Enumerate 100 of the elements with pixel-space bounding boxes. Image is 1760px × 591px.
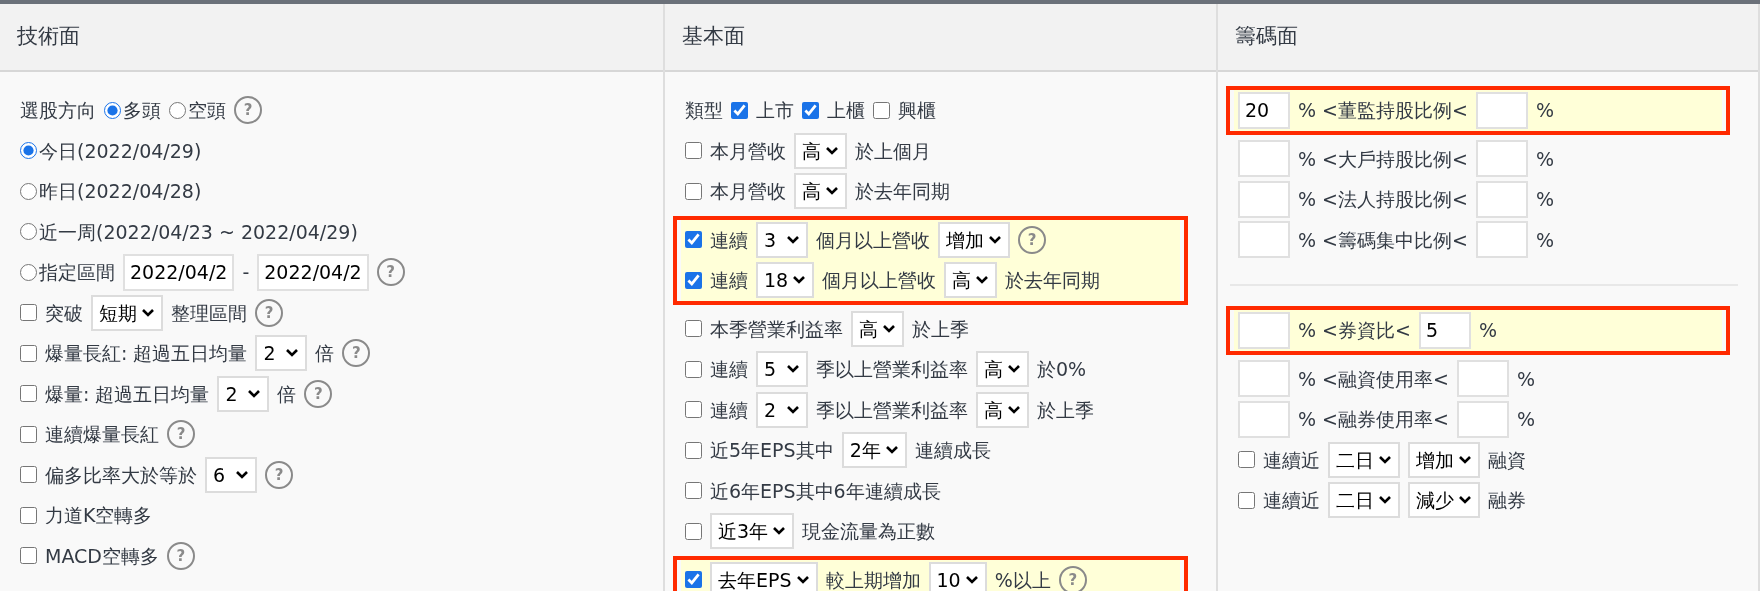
checkbox[interactable] (20, 547, 37, 565)
dropdown[interactable]: 2 (255, 335, 308, 372)
radio-button[interactable] (20, 263, 37, 281)
option-label: % <董監持股比例< (1298, 98, 1468, 123)
checkbox[interactable] (1238, 491, 1255, 509)
checkbox[interactable] (685, 231, 702, 249)
dropdown[interactable]: 短期 (91, 294, 163, 331)
input-field[interactable] (1238, 360, 1290, 398)
input-field[interactable] (1456, 400, 1509, 438)
chevron-icon (1378, 495, 1392, 506)
input-field[interactable] (1475, 180, 1528, 218)
dropdown[interactable]: 2 (217, 375, 270, 412)
chevron-icon (235, 469, 249, 480)
checkbox[interactable] (685, 182, 702, 200)
checkbox[interactable] (20, 344, 37, 362)
checkbox[interactable] (20, 304, 37, 322)
chevron-icon (247, 388, 262, 399)
dropdown[interactable]: 高 (794, 132, 847, 169)
checkbox[interactable] (873, 101, 890, 119)
dropdown[interactable]: 二日 (1328, 441, 1400, 478)
radio-button[interactable] (20, 182, 37, 200)
dropdown[interactable]: 二日 (1328, 482, 1400, 519)
checkbox[interactable] (20, 466, 37, 484)
option-label: 本季營業利益率 (710, 316, 843, 342)
option-label: 類型 (685, 98, 723, 123)
dropdown[interactable]: 18 (756, 262, 815, 299)
chevron-icon (795, 574, 810, 585)
dropdown[interactable]: 高 (944, 262, 998, 299)
input-field[interactable] (1475, 221, 1528, 259)
option-label: 選股方向 (20, 98, 96, 123)
dropdown[interactable]: 增加 (1408, 441, 1480, 478)
input-field[interactable] (1475, 140, 1528, 178)
option-label: % <券資比< (1298, 318, 1411, 343)
radio-button[interactable] (20, 142, 37, 160)
checkbox[interactable] (20, 425, 37, 443)
option-label: 於上個月 (855, 138, 931, 164)
option-label: 爆量: 超過五日均量 (45, 381, 210, 407)
checkbox[interactable] (1238, 451, 1255, 469)
input-field[interactable]: 5 (1418, 311, 1471, 349)
option-label: 近一周(2022/04/23 ~ 2022/04/29) (39, 219, 358, 245)
dropdown[interactable]: 5 (756, 351, 808, 388)
chevron-icon (975, 275, 990, 286)
dropdown[interactable]: 高 (794, 173, 847, 210)
checkbox[interactable] (685, 441, 702, 459)
option-label: 現金流量為正數 (802, 519, 936, 544)
dropdown[interactable]: 近3年 (710, 513, 795, 550)
dropdown[interactable]: 2 (756, 391, 808, 428)
option-label: 本月營收 (710, 179, 786, 204)
input-field[interactable] (1456, 360, 1509, 398)
checkbox[interactable] (685, 522, 702, 540)
option-label: 昨日(2022/04/28) (39, 179, 202, 204)
checkbox[interactable] (685, 401, 702, 419)
checkbox[interactable] (731, 101, 748, 119)
checkbox[interactable] (20, 385, 37, 403)
option-label: 多頭 (123, 98, 161, 123)
chevron-icon (884, 445, 899, 456)
radio-button[interactable] (104, 101, 121, 119)
input-field[interactable]: 2022/04/2 (123, 253, 235, 291)
option-label: 本月營收 (710, 138, 786, 164)
dropdown[interactable]: 去年EPS (710, 561, 818, 591)
option-label: % (1535, 146, 1554, 172)
dropdown[interactable]: 6 (205, 456, 257, 493)
option-label: %以上 (994, 567, 1051, 591)
dropdown[interactable]: 高 (976, 391, 1029, 428)
radio-button[interactable] (169, 101, 186, 119)
option-label: % (1478, 318, 1497, 343)
option-label: MACD空轉多 (45, 543, 159, 569)
input-field[interactable]: 2022/04/2 (257, 253, 369, 291)
dropdown[interactable]: 高 (851, 310, 904, 347)
checkbox[interactable] (685, 360, 702, 378)
column-header: 技術面 (0, 4, 663, 72)
radio-button[interactable] (20, 223, 37, 241)
dropdown[interactable]: 3 (756, 221, 808, 258)
input-field[interactable] (1238, 180, 1290, 218)
checkbox[interactable] (802, 101, 819, 119)
option-label: % (1516, 366, 1535, 392)
input-field[interactable]: 20 (1238, 91, 1290, 129)
dropdown[interactable]: 10 (928, 561, 987, 591)
option-label: % <融券使用率< (1298, 407, 1449, 432)
option-label: % (1516, 407, 1535, 432)
input-field[interactable] (1475, 91, 1528, 129)
checkbox[interactable] (685, 320, 702, 338)
option-label: 倍 (315, 341, 335, 366)
checkbox[interactable] (685, 482, 702, 500)
input-field[interactable] (1238, 140, 1290, 178)
checkbox[interactable] (685, 142, 702, 160)
checkbox[interactable] (20, 506, 37, 524)
input-field[interactable] (1238, 311, 1290, 349)
option-label: 季以上營業利益率 (816, 397, 968, 423)
dropdown[interactable]: 高 (976, 351, 1029, 388)
option-label: % (1535, 187, 1554, 212)
checkbox[interactable] (685, 271, 702, 289)
dropdown[interactable]: 2年 (841, 432, 907, 469)
chevron-icon (882, 323, 896, 334)
checkbox[interactable] (685, 571, 702, 589)
dropdown[interactable]: 增加 (938, 221, 1010, 258)
input-field[interactable] (1238, 400, 1290, 438)
dropdown[interactable]: 減少 (1408, 482, 1480, 519)
input-field[interactable] (1238, 221, 1290, 259)
option-label: 連續近 (1263, 488, 1320, 513)
